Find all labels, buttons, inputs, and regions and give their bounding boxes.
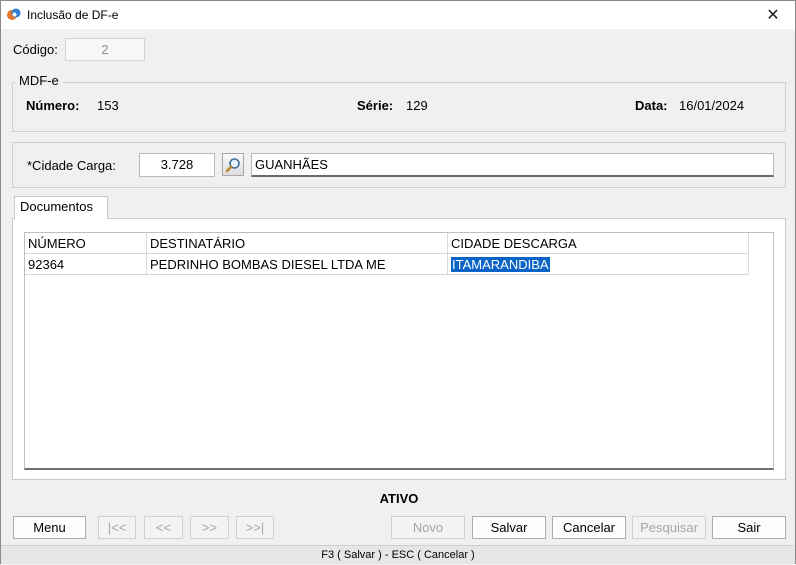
cidade-carga-label: *Cidade Carga:	[27, 158, 116, 173]
sair-button[interactable]: Sair	[712, 516, 786, 539]
numero-value: 153	[97, 98, 119, 113]
menu-button[interactable]: Menu	[13, 516, 86, 539]
magnifier-icon	[225, 157, 240, 172]
cell-cidade-descarga[interactable]: ITAMARANDIBA	[448, 254, 749, 275]
shortcut-status-bar: F3 ( Salvar ) - ESC ( Cancelar )	[1, 545, 795, 564]
previous-record-button[interactable]: <<	[144, 516, 183, 539]
codigo-label: Código:	[13, 42, 58, 57]
tab-documentos[interactable]: Documentos	[14, 196, 108, 219]
column-header-destinatario[interactable]: DESTINATÁRIO	[147, 233, 448, 254]
salvar-button[interactable]: Salvar	[472, 516, 546, 539]
status-label: ATIVO	[379, 491, 419, 506]
data-value: 16/01/2024	[679, 98, 745, 113]
app-icon	[7, 8, 21, 20]
cidade-carga-code-input[interactable]: 3.728	[139, 153, 215, 177]
documentos-grid[interactable]: NÚMERO DESTINATÁRIO CIDADE DESCARGA 9236…	[24, 232, 774, 470]
selected-cell-text: ITAMARANDIBA	[451, 257, 550, 272]
column-header-cidade-descarga[interactable]: CIDADE DESCARGA	[448, 233, 749, 254]
serie-label: Série:	[357, 98, 394, 113]
search-cidade-button[interactable]	[222, 153, 244, 176]
window-title: Inclusão de DF-e	[27, 8, 119, 22]
first-record-button[interactable]: |<<	[98, 516, 136, 539]
close-icon: ✕	[766, 7, 780, 24]
next-record-button[interactable]: >>	[190, 516, 229, 539]
novo-button[interactable]: Novo	[391, 516, 465, 539]
codigo-field: 2	[65, 38, 145, 61]
pesquisar-button[interactable]: Pesquisar	[632, 516, 706, 539]
mdfe-group	[12, 82, 786, 132]
cidade-carga-name-input[interactable]: GUANHÃES	[251, 153, 774, 177]
mdfe-legend: MDF-e	[15, 73, 63, 88]
cell-numero[interactable]: 92364	[25, 254, 147, 275]
numero-label: Número:	[26, 98, 80, 113]
close-button[interactable]: ✕	[751, 1, 795, 29]
cell-destinatario[interactable]: PEDRINHO BOMBAS DIESEL LTDA ME	[147, 254, 448, 275]
dialog-window: Inclusão de DF-e ✕ Código: 2 MDF-e Númer…	[0, 0, 796, 564]
last-record-button[interactable]: >>|	[236, 516, 274, 539]
data-label: Data:	[635, 98, 668, 113]
cancelar-button[interactable]: Cancelar	[552, 516, 626, 539]
column-header-numero[interactable]: NÚMERO	[25, 233, 147, 254]
title-bar: Inclusão de DF-e ✕	[1, 1, 795, 29]
serie-value: 129	[406, 98, 428, 113]
